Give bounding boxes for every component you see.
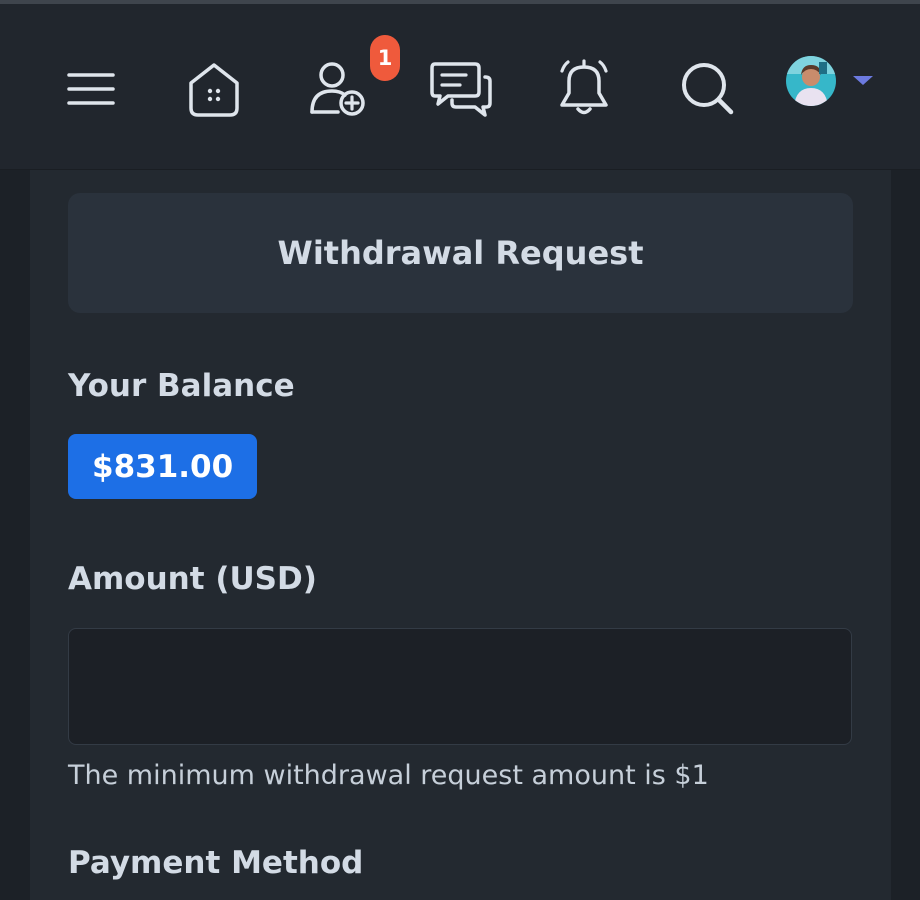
- menu-icon: [67, 73, 115, 105]
- friend-requests-badge: 1: [370, 35, 400, 81]
- page-title: Withdrawal Request: [277, 234, 644, 272]
- messages-button[interactable]: [426, 56, 496, 120]
- friend-requests-button[interactable]: [302, 56, 372, 120]
- page-header-card: Withdrawal Request: [68, 193, 853, 313]
- left-gutter: [0, 170, 30, 900]
- home-button[interactable]: [180, 56, 248, 122]
- avatar[interactable]: [786, 56, 836, 106]
- messages-icon: [430, 62, 492, 117]
- profile-menu-chevron-down-icon[interactable]: [853, 76, 873, 85]
- balance-badge: $831.00: [68, 434, 258, 499]
- search-icon: [682, 63, 734, 115]
- balance-label: Your Balance: [68, 368, 295, 404]
- notifications-button[interactable]: [552, 56, 616, 120]
- right-gutter: [891, 170, 920, 900]
- bell-icon: [560, 59, 608, 115]
- search-button[interactable]: [676, 56, 738, 120]
- user-avatar-image: [786, 56, 836, 106]
- home-icon: [189, 63, 239, 117]
- add-friend-icon: [310, 62, 365, 116]
- amount-label: Amount (USD): [68, 561, 317, 597]
- amount-input[interactable]: [68, 628, 852, 745]
- payment-method-label: Payment Method: [68, 845, 364, 881]
- menu-button[interactable]: [60, 60, 122, 118]
- amount-help-text: The minimum withdrawal request amount is…: [68, 760, 709, 791]
